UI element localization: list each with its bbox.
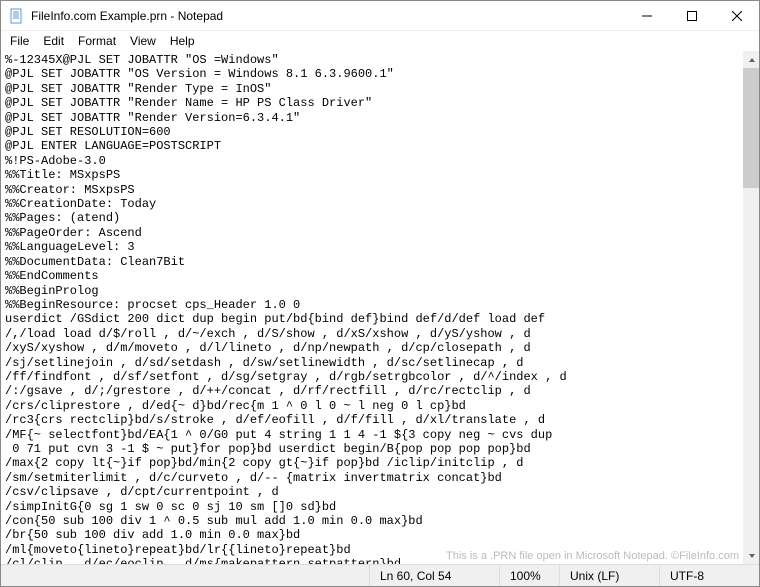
menubar: File Edit Format View Help (1, 31, 759, 51)
vertical-scrollbar[interactable] (742, 51, 759, 564)
minimize-button[interactable] (624, 1, 669, 30)
titlebar: FileInfo.com Example.prn - Notepad (1, 1, 759, 31)
close-button[interactable] (714, 1, 759, 30)
status-encoding: UTF-8 (659, 565, 759, 586)
window-title: FileInfo.com Example.prn - Notepad (31, 9, 223, 23)
scroll-up-button[interactable] (743, 51, 759, 68)
menu-format[interactable]: Format (71, 32, 123, 50)
watermark-text: This is a .PRN file open in Microsoft No… (446, 550, 739, 562)
content-area: %-12345X@PJL SET JOBATTR "OS =Windows" … (1, 51, 759, 564)
menu-view[interactable]: View (123, 32, 163, 50)
status-zoom: 100% (499, 565, 559, 586)
text-editor[interactable]: %-12345X@PJL SET JOBATTR "OS =Windows" … (1, 51, 742, 564)
status-line-ending: Unix (LF) (559, 565, 659, 586)
window-controls (624, 1, 759, 30)
menu-help[interactable]: Help (163, 32, 202, 50)
menu-file[interactable]: File (3, 32, 36, 50)
status-position: Ln 60, Col 54 (369, 565, 499, 586)
scroll-down-button[interactable] (743, 547, 759, 564)
app-icon (9, 8, 25, 24)
scroll-thumb[interactable] (743, 68, 759, 188)
maximize-button[interactable] (669, 1, 714, 30)
menu-edit[interactable]: Edit (36, 32, 71, 50)
statusbar: Ln 60, Col 54 100% Unix (LF) UTF-8 (1, 564, 759, 586)
